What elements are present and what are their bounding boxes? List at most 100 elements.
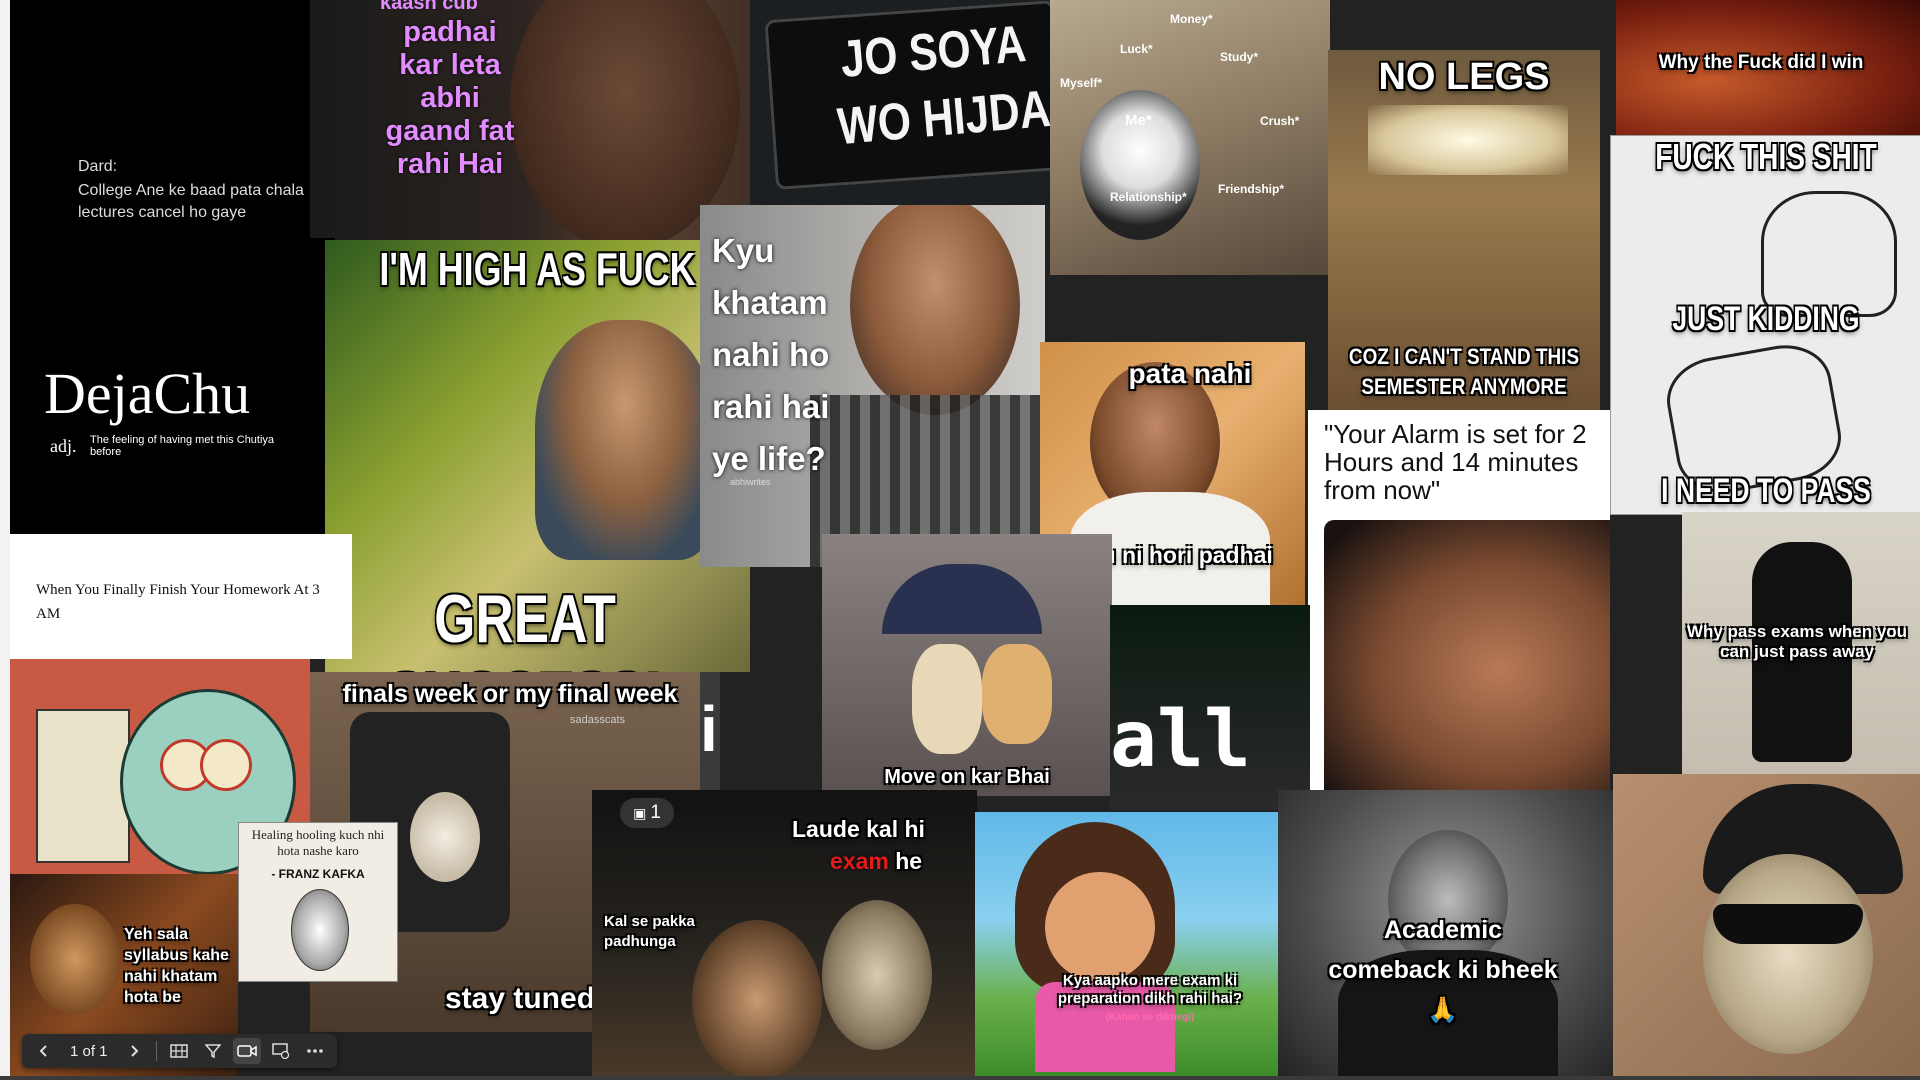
move-on-text: Move on kar Bhai: [884, 766, 1050, 788]
laude-he: he: [895, 848, 923, 874]
dora-face: [1045, 872, 1155, 982]
academic-text: Academic comeback ki bheek 🙏: [1328, 916, 1558, 1024]
grid-view-button[interactable]: [165, 1038, 193, 1064]
sunglasses-image: [1713, 904, 1863, 944]
painting-man-image: [692, 920, 822, 1080]
squidward-eye: [200, 739, 252, 791]
man-image: [850, 205, 1020, 415]
laude-exam: exam: [830, 848, 889, 874]
dora-meme: Kya aapko mere exam ki preparation dikh …: [975, 812, 1280, 1080]
laude-meme: ▣ 1 Laude kal hi exam he Kal se pakka pa…: [592, 790, 977, 1080]
borat-meme: I'M HIGH AS FUCK GREAT SUCCESS!: [325, 240, 750, 672]
finals-watermark: sadasscats: [570, 714, 626, 726]
dejachu-meme: DejaChu adj. The feeling of having met t…: [10, 238, 335, 534]
man-face-image: [510, 0, 740, 240]
i-text: i: [700, 693, 718, 765]
cat-label-7: Friendship*: [1218, 182, 1285, 196]
yeh-sala-text: Yeh sala syllabus kahe nahi khatam hota …: [124, 926, 229, 1006]
paper-image: [36, 709, 130, 863]
padhai-meme: kaash cub padhai kar leta abhi gaand fat…: [310, 0, 780, 240]
laude-line1: Laude kal hi: [792, 816, 925, 842]
cat-label-6: Relationship*: [1110, 190, 1187, 204]
cat-label-2: Study*: [1220, 50, 1259, 64]
rage-top: FUCK THIS SHIT: [1655, 136, 1877, 177]
filter-icon: [204, 1044, 221, 1059]
kyu-khatam-meme: Kyu khatam nahi ho rahi hai ye life? abh…: [700, 205, 1045, 567]
skeleton-image: [822, 900, 932, 1050]
present-button[interactable]: [267, 1038, 295, 1064]
page-indicator: 1 of 1: [70, 1042, 108, 1060]
pass-away-text: Why pass exams when you can just pass aw…: [1686, 622, 1908, 661]
move-on-meme: Move on kar Bhai: [822, 534, 1112, 796]
cat-fingers-meme: Money* Luck* Study* Myself* Me* Crush* R…: [1050, 0, 1330, 275]
no-legs-meme: NO LEGS COZ I CAN'T STAND THIS SEMESTER …: [1328, 50, 1600, 412]
dard-meme: Dard: College Ane ke baad pata chala lec…: [10, 0, 310, 255]
kyu-text: Kyu khatam nahi ho rahi hai ye life?: [712, 232, 830, 477]
dora-sub: (Kahan se dikhegi): [1105, 1012, 1195, 1023]
sperm-text: Why the Fuck did I win: [1658, 52, 1864, 73]
room-image: [1368, 105, 1568, 175]
more-options-button[interactable]: [301, 1038, 329, 1064]
cat-label-0: Money*: [1170, 12, 1213, 26]
kafka-portrait: [291, 889, 349, 971]
padhai-top-fragment: kaash cub: [380, 0, 478, 14]
borat-top: I'M HIGH AS FUCK: [379, 243, 696, 295]
chevron-left-icon: [39, 1045, 47, 1057]
kafka-quote: Healing hooling kuch nhi hota nashe karo: [251, 827, 385, 858]
alarm-text: "Your Alarm is set for 2 Hours and 14 mi…: [1324, 419, 1587, 505]
toolbar-divider: [155, 1041, 157, 1061]
chevron-right-icon: [130, 1045, 138, 1057]
cat-label-5: Crush*: [1260, 114, 1300, 128]
rage-bottom: I NEED TO PASS: [1661, 472, 1871, 510]
sperm-meme: Why the Fuck did I win: [1616, 0, 1920, 135]
finals-top: finals week or my final week: [342, 680, 678, 708]
grid-icon: [169, 1044, 188, 1058]
jo-soya-meme: JO SOYA WO HIJDA: [750, 0, 1080, 205]
video-icon: [236, 1045, 257, 1057]
alarm-meme: "Your Alarm is set for 2 Hours and 14 mi…: [1308, 410, 1610, 790]
man-image: [30, 904, 120, 1014]
gallery-icon: ▣: [633, 804, 647, 821]
cat-label-1: Luck*: [1120, 42, 1153, 56]
academic-comeback-meme: Academic comeback ki bheek 🙏: [1278, 790, 1623, 1080]
homework-text: When You Finally Finish Your Homework At…: [36, 582, 320, 622]
window-bottom-border: [0, 1076, 1920, 1080]
badge-count: 1: [650, 802, 661, 823]
cat-label-4: Me*: [1125, 112, 1152, 129]
multi-image-badge: ▣ 1: [620, 798, 674, 828]
pass-away-meme: Why pass exams when you can just pass aw…: [1682, 512, 1920, 774]
more-icon: [306, 1049, 323, 1053]
borat-bottom: GREAT SUCCESS!: [388, 581, 662, 672]
dog-image: [982, 644, 1052, 744]
no-legs-top: NO LEGS: [1378, 56, 1550, 98]
filter-button[interactable]: [199, 1038, 227, 1064]
dora-text: Kya aapko mere exam ki preparation dikh …: [1057, 972, 1243, 1007]
rage-middle: JUST KIDDING: [1672, 300, 1860, 338]
slide-viewer-toolbar: 1 of 1: [22, 1034, 337, 1068]
rage-comic-meme: FUCK THIS SHIT JUST KIDDING I NEED TO PA…: [1610, 135, 1920, 515]
laude-left: Kal se pakka padhunga: [604, 913, 695, 950]
umbrella-image: [882, 564, 1042, 634]
skeleton-meme: [1613, 774, 1920, 1080]
kafka-meme: Healing hooling kuch nhi hota nashe karo…: [238, 822, 398, 982]
meme-collage: Dard: College Ane ke baad pata chala lec…: [10, 0, 1920, 1080]
dejachu-title: DejaChu: [44, 361, 251, 426]
previous-button[interactable]: [30, 1038, 58, 1064]
kafka-author: - FRANZ KAFKA: [271, 867, 365, 881]
rage-figure-top: [1761, 191, 1897, 317]
dard-label: Dard:: [78, 158, 118, 175]
pata-nahi-top: pata nahi: [1128, 358, 1252, 389]
cat-image: [410, 792, 480, 882]
dejachu-pos: adj.: [50, 436, 77, 456]
borat-image: [535, 320, 715, 560]
video-button[interactable]: [232, 1038, 261, 1064]
all-meme: all: [1110, 605, 1310, 810]
present-icon: [271, 1043, 289, 1059]
dard-text: College Ane ke baad pata chala lectures …: [78, 182, 304, 221]
dejachu-def: The feeling of having met this Chutiya b…: [90, 434, 275, 458]
no-legs-bottom: COZ I CAN'T STAND THIS SEMESTER ANYMORE: [1348, 344, 1580, 399]
all-text: all: [1110, 695, 1251, 785]
cat-label-3: Myself*: [1060, 76, 1103, 90]
next-button[interactable]: [120, 1038, 148, 1064]
i-all-meme: i: [700, 672, 720, 792]
